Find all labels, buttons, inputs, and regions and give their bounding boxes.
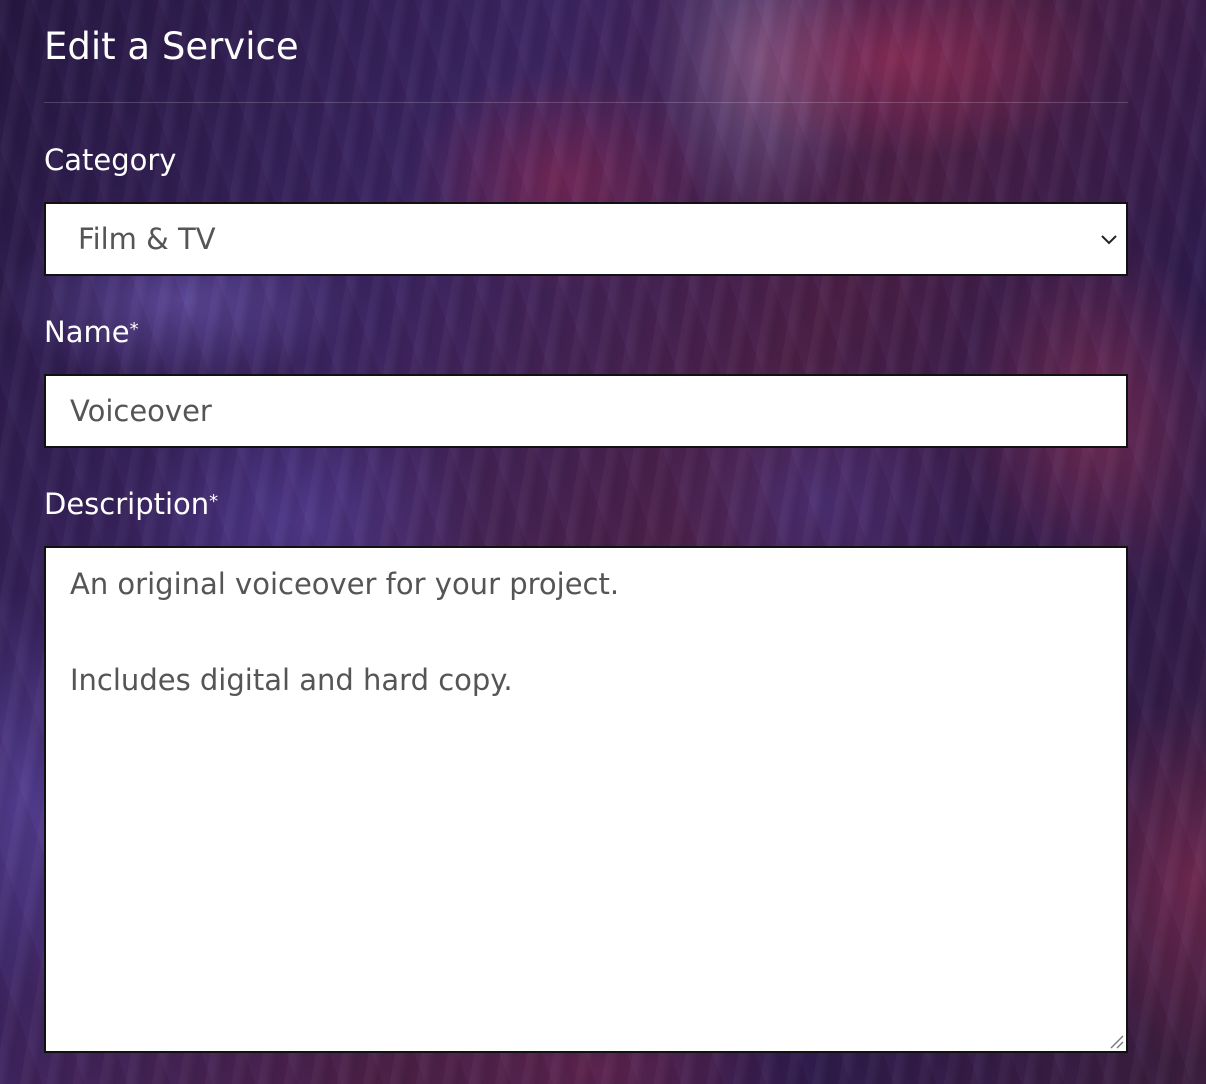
category-select[interactable]: Film & TV — [44, 202, 1128, 276]
category-selected-value: Film & TV — [78, 222, 216, 256]
name-label-text: Name — [44, 315, 130, 349]
name-input-value: Voiceover — [70, 394, 212, 428]
chevron-down-icon — [1101, 235, 1117, 245]
category-label: Category — [44, 142, 176, 178]
page-title: Edit a Service — [44, 25, 299, 68]
title-divider — [44, 102, 1128, 103]
description-line: An original voiceover for your project. — [70, 567, 620, 601]
required-mark: * — [129, 319, 139, 340]
category-label-text: Category — [44, 143, 177, 177]
resize-grip-icon[interactable] — [1108, 1033, 1124, 1049]
name-input[interactable]: Voiceover — [44, 374, 1128, 448]
description-textarea[interactable]: An original voiceover for your project. … — [44, 546, 1128, 1053]
description-label: Description* — [44, 486, 218, 522]
description-line: Includes digital and hard copy. — [70, 663, 513, 697]
description-label-text: Description — [44, 487, 210, 521]
name-label: Name* — [44, 314, 139, 350]
required-mark: * — [209, 491, 219, 512]
